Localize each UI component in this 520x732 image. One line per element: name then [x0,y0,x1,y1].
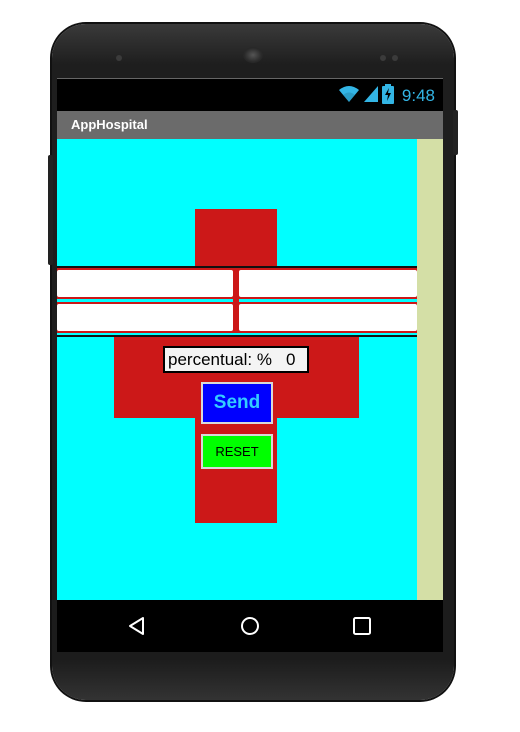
wifi-icon [338,85,360,108]
divider-line [57,335,417,337]
input-row [57,268,417,299]
app-title-bar: AppHospital [57,111,443,139]
cross-top-block [195,209,277,269]
percent-value: 0 [285,349,296,369]
home-circle-icon[interactable] [238,614,262,638]
sensor-dot [116,55,122,61]
percent-label: percentual: % [168,349,272,369]
power-button [453,110,458,155]
app-content: percentual: % 0 Send RESET [57,139,443,600]
text-field-3[interactable] [57,304,233,331]
sensor-dot [392,55,398,61]
row-gap-joint [233,299,239,302]
sensor-dot [380,55,386,61]
reset-button[interactable]: RESET [201,434,273,469]
volume-button [48,155,53,265]
phone-screen: 9:48 AppHospital percentual: % 0 Send RE… [57,78,443,652]
side-strip [417,139,443,600]
send-button[interactable]: Send [201,382,273,424]
status-bar: 9:48 [57,78,443,111]
status-time: 9:48 [401,86,435,105]
navigation-bar [57,600,443,652]
text-field-1[interactable] [57,270,233,297]
status-icons: 9:48 [338,83,435,109]
front-camera [243,47,263,63]
back-triangle-icon[interactable] [125,614,149,638]
input-row [57,302,417,333]
recents-square-icon[interactable] [350,614,374,638]
text-field-2[interactable] [239,270,417,297]
text-field-4[interactable] [239,304,417,331]
app-title: AppHospital [71,117,148,132]
cell-signal-icon [363,85,378,108]
percent-display: percentual: % 0 [163,346,309,373]
battery-charging-icon [381,83,394,109]
